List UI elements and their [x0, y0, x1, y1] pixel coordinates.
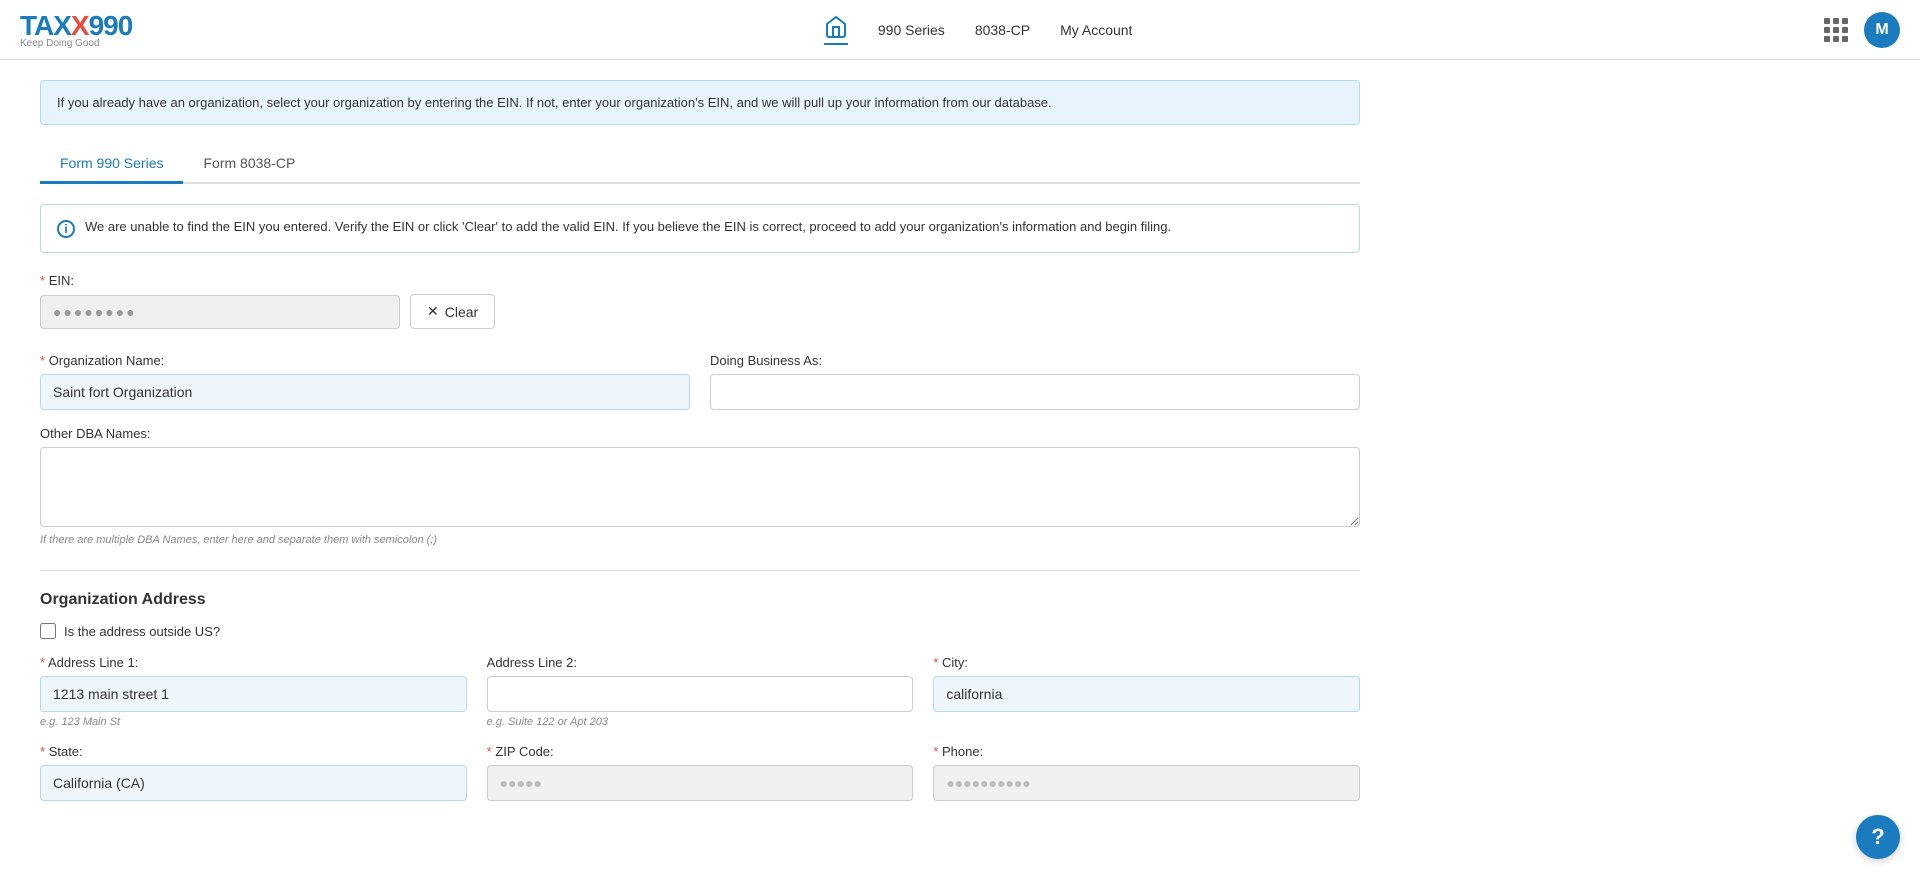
- nav-my-account[interactable]: My Account: [1060, 22, 1132, 38]
- logo-x: X: [71, 10, 89, 41]
- address2-hint: e.g. Suite 122 or Apt 203: [487, 716, 914, 728]
- form-tabs: Form 990 Series Form 8038-CP: [40, 145, 1360, 184]
- help-button[interactable]: ?: [1856, 815, 1900, 859]
- nav-8038cp[interactable]: 8038-CP: [975, 22, 1030, 38]
- alert-banner: i We are unable to find the EIN you ente…: [40, 204, 1360, 253]
- zip-field: * ZIP Code:: [487, 744, 914, 801]
- city-input[interactable]: [933, 676, 1360, 712]
- other-dba-textarea[interactable]: [40, 447, 1360, 527]
- ein-section: * EIN: ✕ Clear: [40, 273, 1360, 329]
- ein-input[interactable]: [40, 295, 400, 329]
- header: TAXX990 Keep Doing Good 990 Series 8038-…: [0, 0, 1920, 60]
- org-name-input[interactable]: [40, 374, 690, 410]
- outside-us-row: Is the address outside US?: [40, 623, 1360, 639]
- address-row-2: * State: * ZIP Code: * Phone:: [40, 744, 1360, 801]
- ein-row: ✕ Clear: [40, 294, 1360, 329]
- zip-label: * ZIP Code:: [487, 744, 914, 759]
- zip-input[interactable]: [487, 765, 914, 801]
- section-divider: [40, 570, 1360, 571]
- logo[interactable]: TAXX990 Keep Doing Good: [20, 10, 132, 49]
- tab-form-990-series[interactable]: Form 990 Series: [40, 145, 183, 184]
- info-banner-text: If you already have an organization, sel…: [57, 95, 1052, 110]
- nav-990-series[interactable]: 990 Series: [878, 22, 945, 38]
- clear-button[interactable]: ✕ Clear: [410, 294, 495, 329]
- ein-required: *: [40, 273, 45, 288]
- tab-form-8038cp[interactable]: Form 8038-CP: [183, 145, 315, 184]
- other-dba-label: Other DBA Names:: [40, 426, 1360, 441]
- org-name-dba-row: * Organization Name: Doing Business As:: [40, 353, 1360, 410]
- header-nav: 990 Series 8038-CP My Account: [824, 15, 1133, 45]
- header-right: M: [1824, 12, 1900, 48]
- apps-grid-icon[interactable]: [1824, 18, 1848, 42]
- address-row-1: * Address Line 1: e.g. 123 Main St Addre…: [40, 655, 1360, 728]
- dba-input[interactable]: [710, 374, 1360, 410]
- address2-field: Address Line 2: e.g. Suite 122 or Apt 20…: [487, 655, 914, 728]
- state-input[interactable]: [40, 765, 467, 801]
- outside-us-checkbox[interactable]: [40, 623, 56, 639]
- address1-label: * Address Line 1:: [40, 655, 467, 670]
- address2-input[interactable]: [487, 676, 914, 712]
- alert-banner-text: We are unable to find the EIN you entere…: [85, 219, 1171, 234]
- dba-field: Doing Business As:: [710, 353, 1360, 410]
- phone-input[interactable]: [933, 765, 1360, 801]
- state-label: * State:: [40, 744, 467, 759]
- address2-label: Address Line 2:: [487, 655, 914, 670]
- phone-field: * Phone:: [933, 744, 1360, 801]
- main-content: If you already have an organization, sel…: [0, 60, 1400, 837]
- state-field: * State:: [40, 744, 467, 801]
- city-field: * City:: [933, 655, 1360, 728]
- phone-label: * Phone:: [933, 744, 1360, 759]
- org-name-field: * Organization Name:: [40, 353, 690, 410]
- alert-info-icon: i: [57, 220, 75, 238]
- logo-subtitle: Keep Doing Good: [20, 38, 132, 49]
- city-label: * City:: [933, 655, 1360, 670]
- outside-us-label: Is the address outside US?: [64, 624, 220, 639]
- avatar[interactable]: M: [1864, 12, 1900, 48]
- ein-label: * EIN:: [40, 273, 1360, 288]
- other-dba-section: Other DBA Names: If there are multiple D…: [40, 426, 1360, 546]
- info-banner: If you already have an organization, sel…: [40, 80, 1360, 125]
- org-name-label: * Organization Name:: [40, 353, 690, 368]
- address1-input[interactable]: [40, 676, 467, 712]
- address-section-title: Organization Address: [40, 591, 1360, 609]
- dba-label: Doing Business As:: [710, 353, 1360, 368]
- nav-home-icon[interactable]: [824, 15, 848, 45]
- address1-hint: e.g. 123 Main St: [40, 716, 467, 728]
- address1-field: * Address Line 1: e.g. 123 Main St: [40, 655, 467, 728]
- other-dba-hint: If there are multiple DBA Names, enter h…: [40, 534, 1360, 546]
- clear-x-icon: ✕: [427, 303, 439, 320]
